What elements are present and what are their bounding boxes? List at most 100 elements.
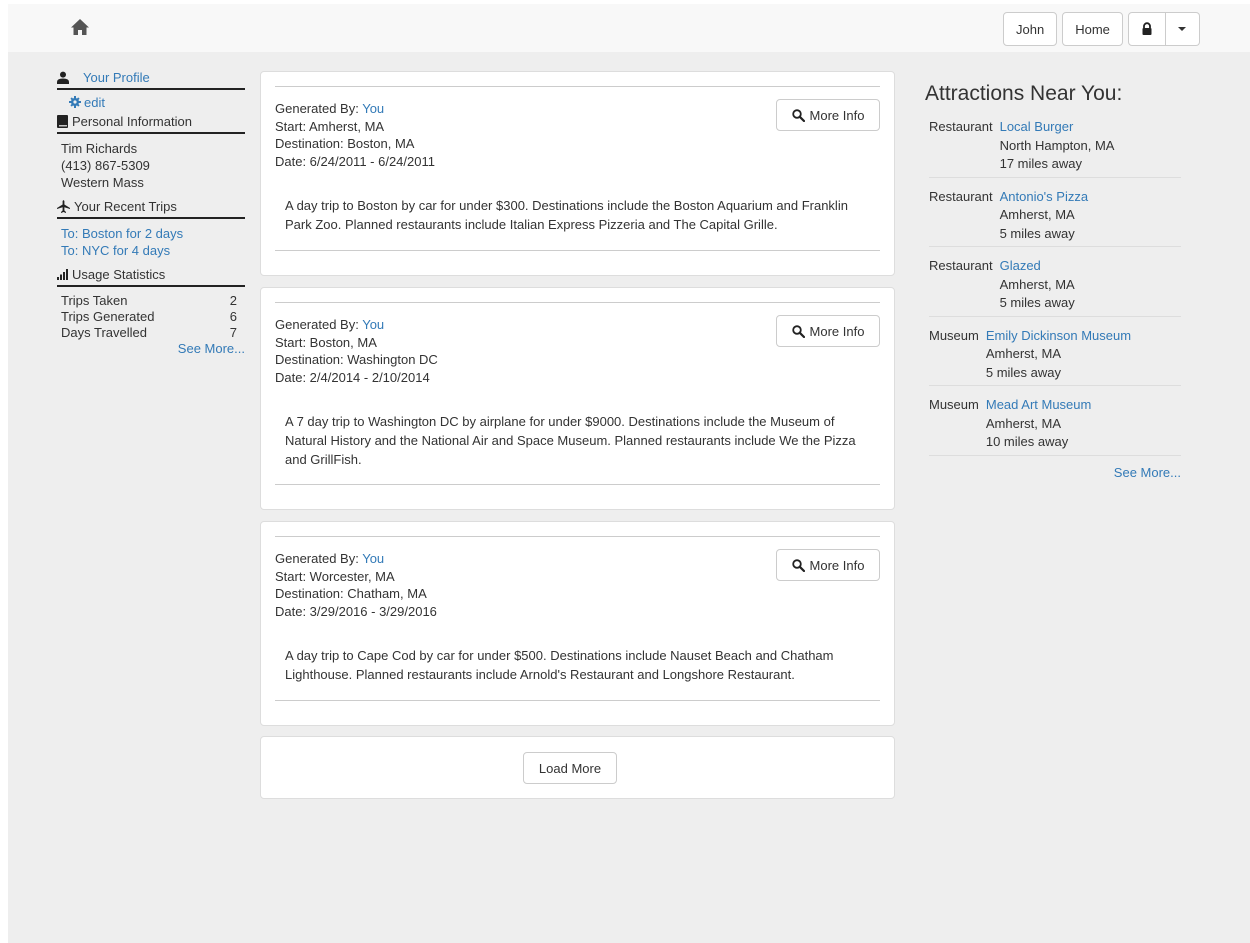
attraction-location: Amherst, MA [985, 346, 1061, 361]
edit-row: edit [57, 90, 245, 110]
load-more-panel: Load More [260, 736, 895, 799]
stat-value: 6 [229, 309, 237, 324]
recent-trips-header: Your Recent Trips [57, 195, 245, 219]
attraction-location: Amherst, MA [985, 415, 1061, 431]
attraction-distance: 5 miles away [999, 295, 1075, 310]
generated-by-label: Generated By: [275, 551, 363, 566]
search-icon [791, 324, 805, 338]
attraction-type: Museum [929, 397, 979, 412]
attraction-item: Museum Mead Art Museum Amherst, MA 10 mi… [929, 395, 1181, 456]
trip-start: Start: Boston, MA [275, 334, 377, 350]
stat-value: 2 [229, 293, 237, 308]
attraction-type: Restaurant [929, 188, 993, 204]
attraction-item: Restaurant Local Burger North Hampton, M… [929, 117, 1181, 178]
recent-trips-list: To: Boston for 2 days To: NYC for 4 days [57, 219, 245, 263]
search-icon [791, 108, 805, 122]
recent-trip-link[interactable]: To: Boston for 2 days [61, 226, 183, 241]
generated-by-label: Generated By: [275, 317, 363, 332]
search-icon [791, 558, 805, 572]
trip-destination: Destination: Chatham, MA [275, 586, 427, 601]
lock-icon [1142, 22, 1152, 35]
more-info-label: More Info [809, 323, 865, 339]
attraction-location: Amherst, MA [999, 207, 1075, 222]
attractions-title: Attractions Near You: [925, 82, 1123, 105]
attraction-distance: 5 miles away [985, 364, 1061, 380]
attraction-item: Restaurant Glazed Amherst, MA 5 miles aw… [929, 256, 1181, 317]
book-icon [57, 114, 68, 128]
user-button[interactable]: John [1003, 12, 1058, 46]
attraction-name-link[interactable]: Glazed [1000, 257, 1075, 276]
user-icon [57, 71, 69, 84]
home-icon[interactable] [69, 16, 91, 38]
recent-trip-link[interactable]: To: NYC for 4 days [61, 243, 170, 258]
personal-info-label: Personal Information [72, 113, 192, 129]
load-more-button[interactable]: Load More [523, 752, 617, 784]
attraction-name-link[interactable]: Emily Dickinson Museum [986, 327, 1131, 346]
trip-card-content: Generated By: You Start: Amherst, MA Des… [275, 86, 880, 251]
attraction-item: Museum Emily Dickinson Museum Amherst, M… [929, 326, 1181, 386]
trip-description: A 7 day trip to Washington DC by airplan… [285, 414, 856, 467]
plane-icon [57, 199, 70, 213]
profile-sidebar: Your Profile edit Personal Information T… [57, 66, 245, 356]
stat-label: Days Travelled [61, 325, 147, 340]
stat-value: 7 [229, 325, 237, 340]
dropdown-toggle-button[interactable] [1165, 12, 1200, 46]
more-info-button[interactable]: More Info [776, 99, 880, 131]
attraction-type: Restaurant [929, 119, 993, 134]
trip-date: Date: 6/24/2011 - 6/24/2011 [275, 153, 435, 169]
profile-name: Tim Richards [61, 141, 138, 156]
profile-phone: (413) 867-5309 [61, 158, 150, 173]
trip-date: Date: 2/4/2014 - 2/10/2014 [275, 369, 430, 385]
generated-by-link[interactable]: You [362, 101, 384, 116]
recent-trips-label: Your Recent Trips [74, 198, 177, 214]
profile-header: Your Profile [57, 66, 245, 90]
attraction-name-link[interactable]: Mead Art Museum [986, 396, 1092, 415]
profile-region: Western Mass [61, 175, 144, 190]
more-info-button[interactable]: More Info [776, 549, 880, 581]
personal-info-list: Tim Richards (413) 867-5309 Western Mass [57, 134, 245, 195]
trip-card: Generated By: You Start: Boston, MA Dest… [260, 287, 895, 510]
signal-icon [57, 268, 68, 280]
more-info-button[interactable]: More Info [776, 315, 880, 347]
trip-destination: Destination: Boston, MA [275, 136, 415, 151]
attraction-location: Amherst, MA [999, 276, 1075, 292]
stat-row: Trips Taken 2 [61, 293, 237, 309]
attraction-name-link[interactable]: Antonio's Pizza [1000, 188, 1088, 207]
your-profile-link[interactable]: Your Profile [83, 70, 150, 85]
trip-description: A day trip to Cape Cod by car for under … [285, 648, 834, 682]
trip-card-content: Generated By: You Start: Boston, MA Dest… [275, 302, 880, 485]
stat-label: Trips Generated [61, 309, 155, 324]
stat-row: Trips Generated 6 [61, 309, 237, 325]
usage-stats-header: Usage Statistics [57, 263, 245, 287]
lock-button[interactable] [1127, 12, 1166, 46]
navbar-buttons: John Home [1003, 12, 1200, 46]
stat-row: Days Travelled 7 [61, 325, 237, 341]
generated-by-link[interactable]: You [362, 551, 384, 566]
attractions-see-more-link[interactable]: See More... [929, 465, 1181, 480]
trip-meta: Generated By: You Start: Amherst, MA Des… [275, 100, 435, 170]
attraction-distance: 17 miles away [999, 156, 1082, 171]
generated-by-link[interactable]: You [362, 317, 384, 332]
trip-meta: Generated By: You Start: Worcester, MA D… [275, 550, 437, 620]
more-info-label: More Info [809, 557, 865, 573]
trip-meta: Generated By: You Start: Boston, MA Dest… [275, 316, 438, 386]
trip-date: Date: 3/29/2016 - 3/29/2016 [275, 603, 437, 619]
home-button[interactable]: Home [1062, 12, 1123, 46]
attraction-distance: 5 miles away [999, 225, 1075, 241]
edit-profile-link[interactable]: edit [84, 95, 105, 110]
stat-label: Trips Taken [61, 293, 128, 308]
trip-card: Generated By: You Start: Worcester, MA D… [260, 521, 895, 726]
attraction-type: Museum [929, 327, 979, 343]
usage-stats-label: Usage Statistics [72, 266, 166, 282]
generated-by-label: Generated By: [275, 101, 363, 116]
personal-info-header: Personal Information [57, 110, 245, 134]
attractions-list: Restaurant Local Burger North Hampton, M… [929, 117, 1181, 480]
attraction-item: Restaurant Antonio's Pizza Amherst, MA 5… [929, 187, 1181, 247]
usage-stats-list: Trips Taken 2 Trips Generated 6 Days Tra… [57, 287, 245, 345]
lock-dropdown [1127, 12, 1200, 46]
attraction-name-link[interactable]: Local Burger [1000, 118, 1115, 137]
attraction-distance: 10 miles away [985, 434, 1069, 449]
usage-see-more-link[interactable]: See More... [57, 341, 245, 356]
trip-destination: Destination: Washington DC [275, 352, 438, 367]
attraction-location: North Hampton, MA [999, 137, 1115, 153]
